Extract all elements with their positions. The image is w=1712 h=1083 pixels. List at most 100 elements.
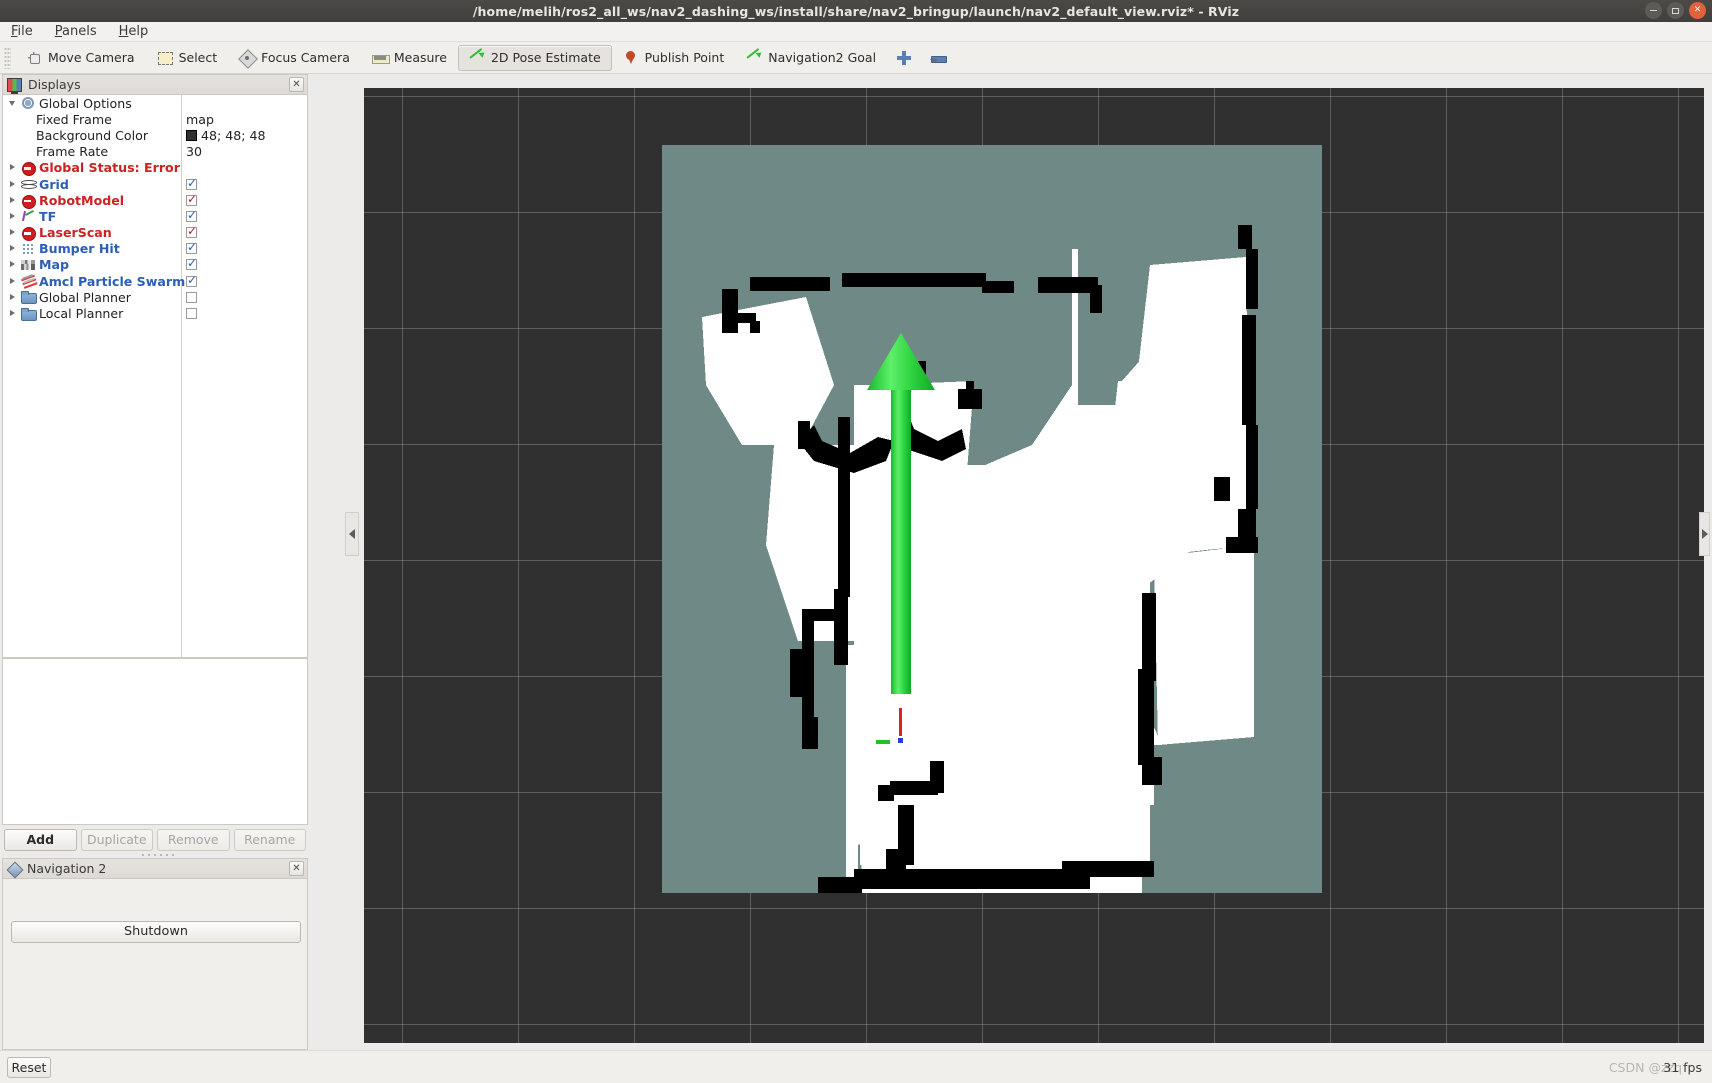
- background-color-text: 48; 48; 48: [201, 127, 266, 143]
- navigation2-panel: Navigation 2 ✕ Shutdown: [2, 858, 308, 1050]
- render-view-3d[interactable]: [364, 88, 1704, 1043]
- background-color-value[interactable]: 48; 48; 48: [186, 128, 266, 143]
- bumper-hit-enabled-checkbox[interactable]: [186, 240, 197, 255]
- grid-icon: [21, 177, 37, 191]
- tree-row-background-color[interactable]: Background Color 48; 48; 48: [3, 127, 307, 143]
- tool-select-label: Select: [178, 50, 218, 65]
- twisty-closed-icon[interactable]: [8, 160, 18, 176]
- twisty-closed-icon[interactable]: [8, 208, 18, 224]
- tree-row-label: Bumper Hit: [39, 241, 120, 257]
- menu-file[interactable]: File: [8, 23, 36, 40]
- tree-row-local-planner[interactable]: Local Planner: [3, 305, 307, 321]
- tool-navigation2-goal[interactable]: Navigation2 Goal: [735, 45, 887, 71]
- twisty-closed-icon[interactable]: [8, 225, 18, 241]
- tree-row-frame-rate[interactable]: Frame Rate 30: [3, 144, 307, 160]
- robotmodel-enabled-checkbox[interactable]: [186, 192, 197, 206]
- remove-button[interactable]: Remove: [157, 829, 230, 851]
- tree-row-label: Map: [39, 257, 70, 273]
- display-property-area: [2, 658, 308, 825]
- minimize-button[interactable]: [1645, 2, 1662, 19]
- toolbar-overflow-chevron-icon[interactable]: [930, 58, 939, 63]
- displays-icon: [7, 77, 22, 94]
- navigation-diamond-icon: [7, 862, 21, 876]
- tree-row-label: RobotModel: [39, 192, 125, 208]
- tree-row-label: Global Status: Error: [39, 160, 180, 176]
- particle-swarm-icon: [21, 274, 35, 288]
- fps-indicator: 31 fps: [1663, 1060, 1702, 1075]
- navigation2-panel-close-button[interactable]: ✕: [289, 861, 304, 876]
- fixed-frame-value[interactable]: map: [186, 112, 214, 127]
- occupancy-grid-map: [662, 145, 1322, 893]
- displays-panel-header: Displays ✕: [3, 75, 307, 95]
- tool-move-camera[interactable]: Move Camera: [15, 45, 146, 71]
- tree-row-map[interactable]: Map: [3, 256, 307, 273]
- duplicate-button[interactable]: Duplicate: [80, 829, 153, 851]
- twisty-closed-icon[interactable]: [8, 289, 18, 305]
- tree-row-robotmodel[interactable]: RobotModel: [3, 192, 307, 209]
- tree-row-global-options[interactable]: Global Options: [3, 95, 307, 111]
- displays-tree[interactable]: Global Options Fixed Frame map Backgroun…: [3, 95, 307, 657]
- tf-enabled-checkbox[interactable]: [186, 208, 197, 222]
- twisty-closed-icon[interactable]: [8, 176, 18, 192]
- menu-help-label: elp: [128, 24, 149, 39]
- twisty-closed-icon[interactable]: [8, 241, 18, 257]
- tool-select[interactable]: Select: [146, 45, 229, 71]
- tree-row-fixed-frame[interactable]: Fixed Frame map: [3, 111, 307, 127]
- grid-enabled-checkbox[interactable]: [186, 176, 197, 190]
- menu-help[interactable]: Help: [116, 23, 152, 40]
- menu-panels[interactable]: Panels: [52, 23, 100, 40]
- main-toolbar: Move Camera Select Focus Camera Measure …: [0, 42, 1712, 74]
- color-swatch: [186, 129, 197, 141]
- left-panel-collapse-handle[interactable]: [345, 512, 359, 556]
- tool-publish-point[interactable]: Publish Point: [612, 45, 736, 71]
- statusbar: Reset CSDN @zzq 31 fps: [0, 1050, 1712, 1083]
- global-planner-enabled-checkbox[interactable]: [186, 291, 197, 303]
- map-enabled-checkbox[interactable]: [186, 256, 197, 271]
- twisty-closed-icon[interactable]: [8, 257, 18, 273]
- rename-button[interactable]: Rename: [233, 829, 306, 851]
- twisty-closed-icon[interactable]: [8, 306, 18, 322]
- laserscan-enabled-checkbox[interactable]: [186, 224, 197, 239]
- tool-add-tool[interactable]: [887, 45, 921, 71]
- panel-splitter[interactable]: [312, 74, 320, 1050]
- reset-button[interactable]: Reset: [7, 1057, 51, 1078]
- displays-panel-close-button[interactable]: ✕: [289, 77, 304, 92]
- shutdown-button[interactable]: Shutdown: [11, 921, 301, 943]
- menu-panels-label: anels: [62, 24, 97, 39]
- navigation2-panel-body: Shutdown: [3, 879, 307, 1049]
- tool-publish-point-label: Publish Point: [644, 50, 725, 65]
- tree-row-label: Frame Rate: [36, 144, 109, 160]
- tree-row-tf[interactable]: TF: [3, 208, 307, 224]
- tool-measure[interactable]: Measure: [361, 45, 458, 71]
- map-icon: [21, 258, 35, 272]
- tree-row-global-planner[interactable]: Global Planner: [3, 289, 307, 305]
- navigation2-panel-title: Navigation 2: [27, 861, 107, 876]
- display-action-buttons: Add Duplicate Remove Rename: [2, 828, 308, 852]
- tree-row-amcl-particle-swarm[interactable]: Amcl Particle Swarm: [3, 273, 307, 289]
- amcl-particle-swarm-enabled-checkbox[interactable]: [186, 273, 197, 287]
- tool-2d-pose-estimate[interactable]: 2D Pose Estimate: [457, 44, 612, 71]
- close-button[interactable]: ✕: [1689, 2, 1706, 19]
- displays-panel-title: Displays: [28, 77, 81, 92]
- toolbar-drag-grip[interactable]: [4, 46, 11, 69]
- add-button[interactable]: Add: [4, 829, 77, 851]
- tool-2d-pose-estimate-label: 2D Pose Estimate: [490, 50, 601, 65]
- rviz-window: /home/melih/ros2_all_ws/nav2_dashing_ws/…: [0, 0, 1712, 1083]
- displays-panel: Displays ✕ Global Options Fixed Frame ma…: [2, 74, 308, 658]
- tool-remove-tool[interactable]: [921, 45, 955, 71]
- twisty-open-icon[interactable]: [8, 95, 18, 111]
- window-controls: ✕: [1645, 2, 1706, 19]
- maximize-button[interactable]: [1667, 2, 1684, 19]
- tree-row-grid[interactable]: Grid: [3, 176, 307, 192]
- plus-icon: [896, 50, 912, 66]
- twisty-closed-icon[interactable]: [8, 192, 18, 208]
- twisty-closed-icon[interactable]: [8, 273, 18, 289]
- tree-row-global-status[interactable]: Global Status: Error: [3, 160, 307, 177]
- tool-focus-camera[interactable]: Focus Camera: [228, 45, 361, 71]
- tree-row-bumper-hit[interactable]: Bumper Hit: [3, 240, 307, 257]
- local-planner-enabled-checkbox[interactable]: [186, 308, 197, 320]
- tree-row-laserscan[interactable]: LaserScan: [3, 224, 307, 242]
- right-panel-collapse-handle[interactable]: [1699, 512, 1710, 556]
- frame-rate-value[interactable]: 30: [186, 144, 202, 159]
- measure-icon: [371, 50, 390, 66]
